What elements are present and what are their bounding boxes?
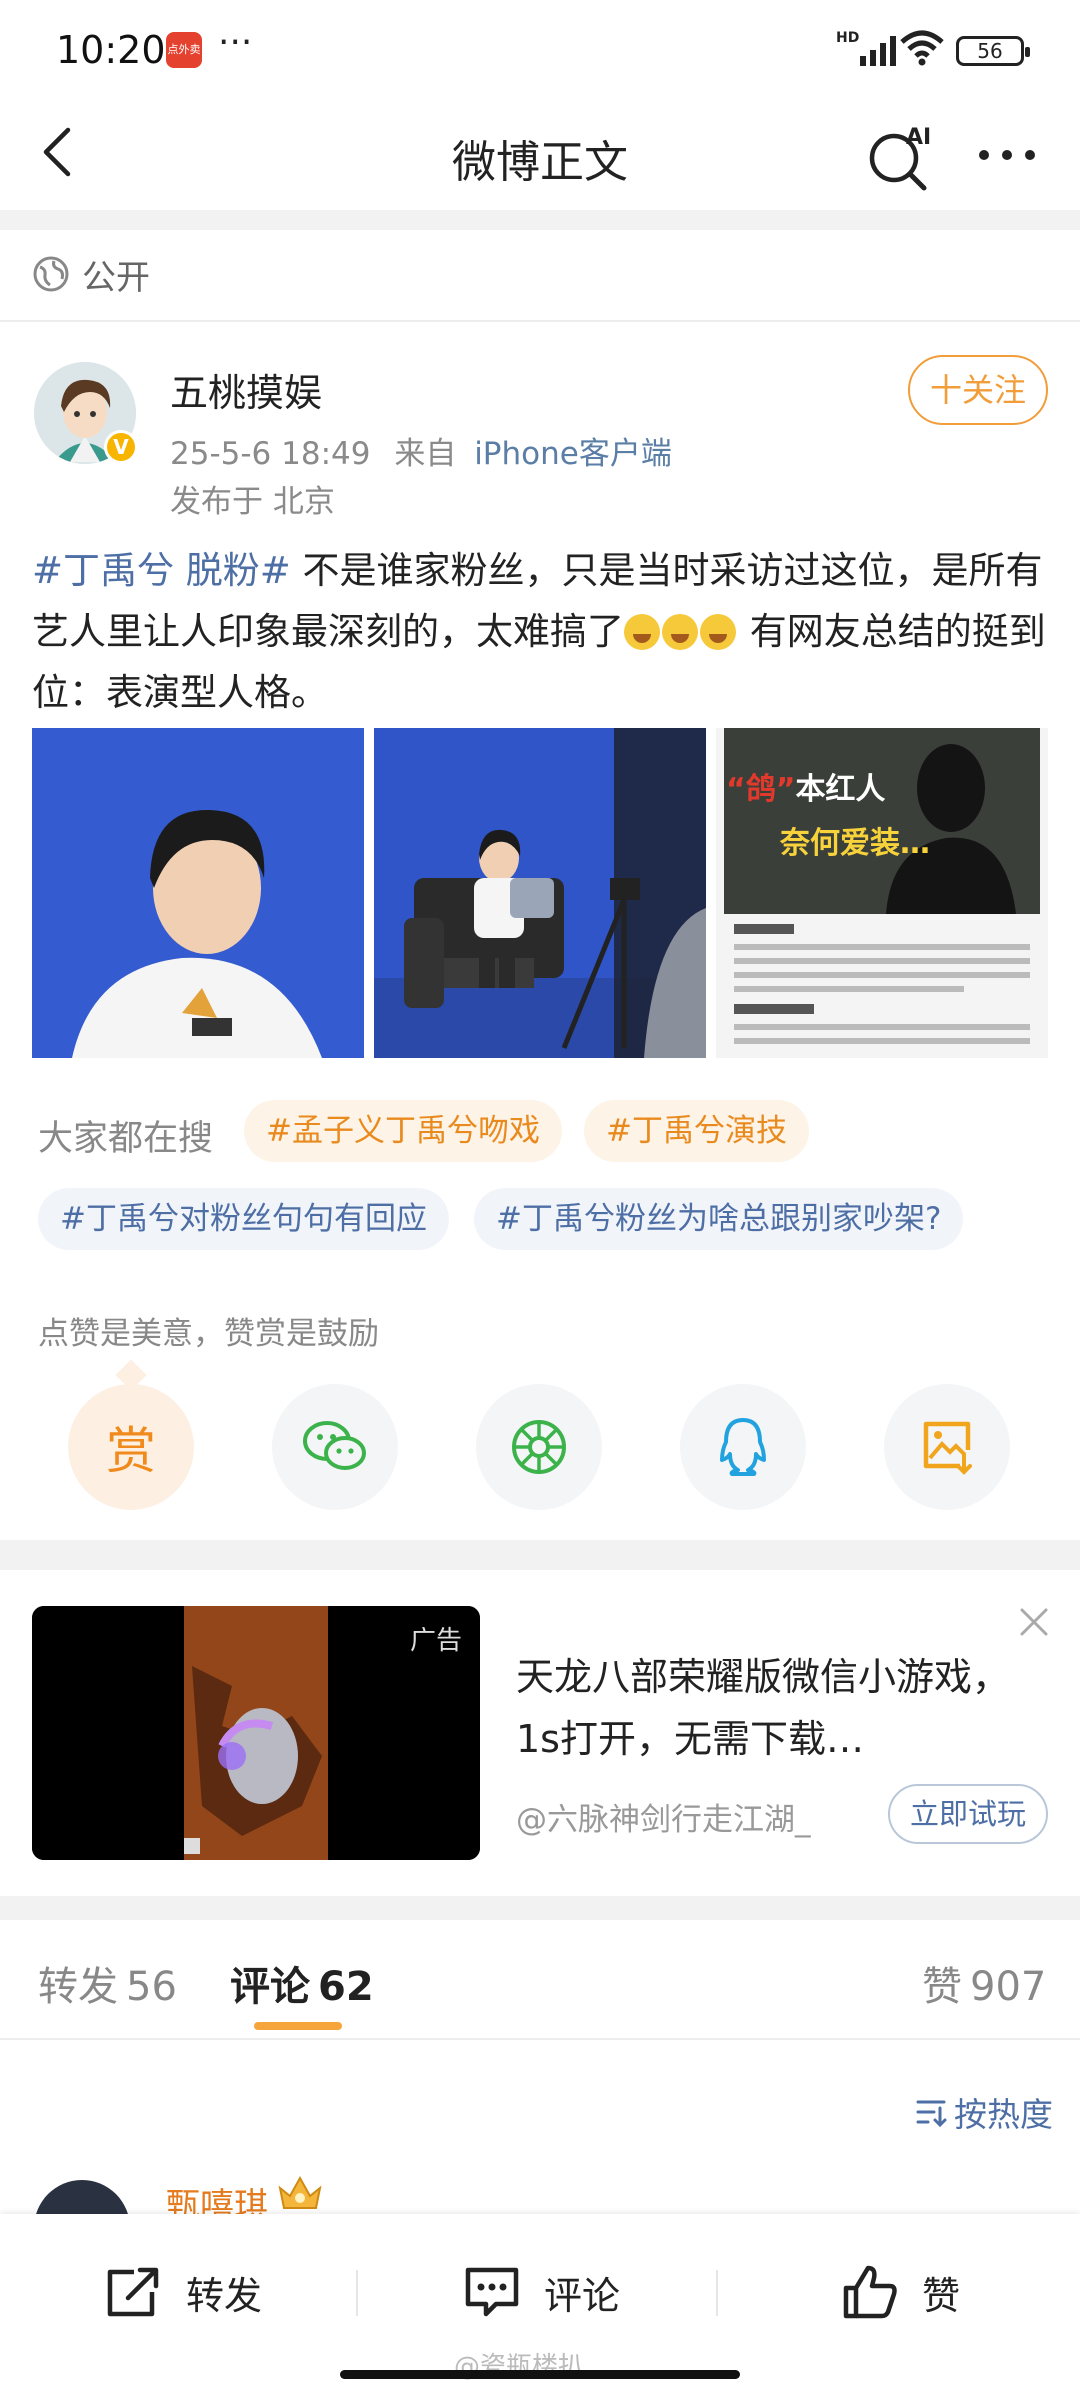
tab-label: 赞 bbox=[922, 1964, 962, 2010]
like-button[interactable]: 赞 bbox=[840, 2262, 960, 2322]
network-type-label: HD bbox=[836, 30, 860, 46]
close-icon[interactable] bbox=[1014, 1602, 1054, 1642]
hot-search-chip[interactable]: #孟子义丁禹兮吻戏 bbox=[244, 1100, 562, 1162]
image-caption-quote: “鸽” bbox=[726, 772, 796, 807]
section-divider bbox=[0, 1540, 1080, 1570]
tab-comments[interactable]: 评论 62 bbox=[230, 1954, 374, 2012]
signal-icon bbox=[860, 36, 896, 66]
hot-search-chip[interactable]: #丁禹兮演技 bbox=[584, 1100, 809, 1162]
post-time: 25-5-6 18:49 bbox=[170, 436, 371, 472]
ad-source: @六脉神剑行走江湖_ bbox=[516, 1802, 811, 1838]
divider bbox=[716, 2270, 718, 2316]
tab-reposts[interactable]: 转发 56 bbox=[38, 1954, 177, 2012]
post-image-3[interactable]: “鸽”本红人 奈何爱装… bbox=[716, 728, 1048, 1058]
thumbs-up-icon bbox=[843, 2265, 897, 2319]
follow-button[interactable]: 十关注 bbox=[908, 355, 1048, 425]
save-image-button[interactable] bbox=[884, 1384, 1010, 1510]
tab-count: 56 bbox=[126, 1964, 177, 2010]
laugh-cry-emoji-icon bbox=[700, 614, 736, 650]
reward-hint: 点赞是美意，赞赏是鼓励 bbox=[38, 1316, 379, 1352]
battery-indicator: 56 bbox=[956, 36, 1030, 66]
sort-label: 按热度 bbox=[954, 2095, 1053, 2134]
tab-label: 转发 bbox=[38, 1964, 118, 2010]
moments-icon bbox=[512, 1420, 566, 1474]
image-caption-line1: “鸽”本红人 bbox=[726, 764, 885, 808]
home-indicator[interactable] bbox=[340, 2370, 740, 2379]
visibility-row: 公开 bbox=[32, 250, 150, 298]
comment-label: 评论 bbox=[544, 2273, 621, 2318]
tab-count: 62 bbox=[318, 1964, 374, 2010]
more-options-icon[interactable] bbox=[972, 130, 1042, 180]
globe-icon bbox=[33, 256, 69, 292]
visibility-label: 公开 bbox=[82, 257, 150, 298]
app-notification-icon: 点外卖 bbox=[166, 32, 202, 68]
like-label: 赞 bbox=[922, 2273, 961, 2318]
repost-button[interactable]: 转发 bbox=[104, 2262, 262, 2322]
tab-count: 907 bbox=[970, 1964, 1047, 2010]
post-image-1[interactable] bbox=[32, 728, 364, 1058]
share-moments-button[interactable] bbox=[476, 1384, 602, 1510]
save-image-icon bbox=[923, 1421, 972, 1475]
section-divider bbox=[0, 210, 1080, 230]
post-location: 发布于 北京 bbox=[170, 484, 335, 520]
sort-icon bbox=[916, 2100, 947, 2128]
post-client[interactable]: iPhone客户端 bbox=[474, 436, 672, 472]
bottom-action-bar: 转发 评论 赞 @瓷瓶楼扒 bbox=[0, 2214, 1080, 2400]
repost-label: 转发 bbox=[186, 2273, 263, 2318]
comment-icon bbox=[465, 2267, 519, 2317]
post-text: #丁禹兮 脱粉# 不是谁家粉丝，只是当时采访过这位，是所有艺人里让人印象最深刻的… bbox=[32, 540, 1052, 723]
crown-icon bbox=[278, 2175, 322, 2209]
nav-bar: 微博正文 AI bbox=[0, 100, 1080, 210]
post-hashtag[interactable]: #丁禹兮 脱粉# bbox=[32, 549, 291, 592]
share-wechat-button[interactable] bbox=[272, 1384, 398, 1510]
wifi-icon bbox=[900, 30, 944, 66]
hot-search-chip[interactable]: #丁禹兮对粉丝句句有回应 bbox=[38, 1188, 449, 1250]
laugh-cry-emoji-icon bbox=[624, 614, 660, 650]
divider bbox=[0, 2038, 1080, 2040]
reward-label: 赏 bbox=[106, 1422, 156, 1480]
ad-media[interactable]: 广告 bbox=[32, 1606, 480, 1860]
author-name[interactable]: 五桃摸娱 bbox=[170, 362, 322, 417]
image-caption-line2: 奈何爱装… bbox=[780, 826, 930, 861]
post-source-prefix: 来自 bbox=[394, 436, 457, 472]
try-now-button[interactable]: 立即试玩 bbox=[888, 1784, 1048, 1844]
divider bbox=[356, 2270, 358, 2316]
ad-title[interactable]: 天龙八部荣耀版微信小游戏，1s打开，无需下载… bbox=[516, 1646, 1016, 1770]
share-qq-button[interactable] bbox=[680, 1384, 806, 1510]
hot-search-chip[interactable]: #丁禹兮粉丝为啥总跟别家吵架? bbox=[474, 1188, 964, 1250]
ai-search-icon[interactable]: AI bbox=[862, 114, 942, 194]
post-meta: 25-5-6 18:49 来自 iPhone客户端 bbox=[170, 428, 672, 473]
sort-button[interactable]: 按热度 bbox=[914, 2088, 1053, 2136]
ad-badge: 广告 bbox=[409, 1626, 462, 1656]
hot-search-label: 大家都在搜 bbox=[38, 1119, 214, 1159]
section-divider bbox=[0, 1896, 1080, 1920]
tab-label: 评论 bbox=[230, 1964, 310, 2010]
repost-icon bbox=[107, 2267, 159, 2317]
laugh-cry-emoji-icon bbox=[662, 614, 698, 650]
status-bar: 10:20 点外卖 ··· HD 56 bbox=[0, 0, 1080, 100]
qq-icon bbox=[720, 1418, 766, 1476]
tab-likes[interactable]: 赞 907 bbox=[922, 1954, 1046, 2012]
ai-label: AI bbox=[906, 125, 931, 150]
status-time: 10:20 bbox=[56, 28, 166, 72]
reward-button[interactable]: 赏 bbox=[68, 1384, 194, 1510]
divider bbox=[0, 320, 1080, 322]
wechat-icon bbox=[303, 1421, 366, 1470]
post-image-2[interactable] bbox=[374, 728, 706, 1058]
active-tab-indicator bbox=[254, 2022, 342, 2030]
comment-button[interactable]: 评论 bbox=[462, 2262, 620, 2322]
verified-badge-icon: V bbox=[104, 430, 138, 464]
image-caption-rest: 本红人 bbox=[795, 772, 886, 807]
more-notifications-indicator: ··· bbox=[218, 22, 253, 63]
